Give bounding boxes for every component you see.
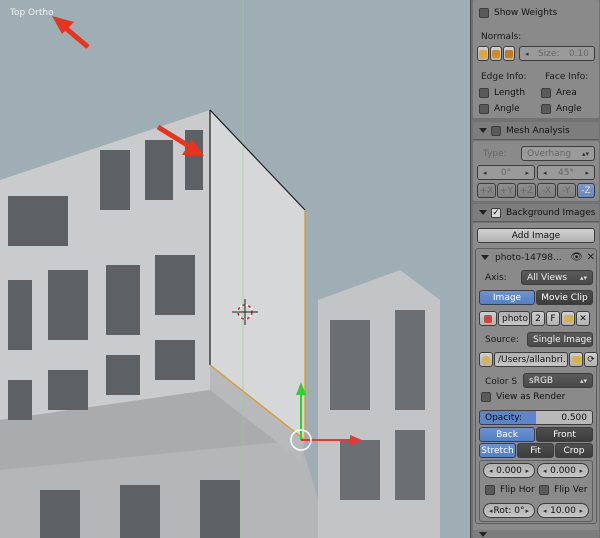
size-field[interactable]: ◂ 10.00 ▸ (537, 503, 589, 518)
offset-x-field[interactable]: ◂ 0.000 ▸ (483, 463, 535, 478)
min-angle-field[interactable]: ◂ 0° ▸ (477, 165, 535, 180)
eye-icon[interactable]: 👁 (570, 252, 583, 263)
axis-label: Axis: (485, 273, 507, 283)
face-normals-button[interactable] (503, 46, 515, 61)
axis-neg-z-button[interactable]: -Z (577, 183, 595, 198)
reload-icon[interactable]: ⟳ (584, 352, 598, 367)
flip-vertical-toggle[interactable]: Flip Ver (539, 485, 587, 495)
max-angle-field[interactable]: ◂ 45° ▸ (537, 165, 595, 180)
color-space-label: Color S (485, 377, 518, 387)
chevron-updown-icon: ▴▾ (579, 273, 587, 282)
stretch-button[interactable]: Stretch (479, 443, 516, 458)
axis-pos-z-button[interactable]: +Z (517, 183, 536, 198)
collapse-arrow-icon[interactable] (481, 255, 489, 260)
normals-toggles (477, 46, 515, 61)
expand-arrow-icon[interactable] (479, 210, 487, 215)
normals-label: Normals: (481, 32, 522, 42)
open-folder-icon[interactable] (561, 311, 575, 326)
flip-horizontal-checkbox[interactable] (485, 485, 495, 495)
chevron-updown-icon: ▴▾ (592, 336, 593, 344)
image-type-icon[interactable] (479, 352, 493, 367)
chevron-updown-icon: ▴▾ (581, 149, 589, 158)
face-area-toggle[interactable]: Area (541, 88, 577, 98)
source-label: Source: (485, 335, 519, 345)
axis-neg-x-button[interactable]: -X (537, 183, 556, 198)
background-images-checkbox[interactable] (491, 207, 501, 218)
tab-image[interactable]: Image (479, 290, 535, 305)
edge-info-label: Edge Info: (481, 72, 527, 82)
face-angle-toggle[interactable]: Angle (541, 104, 582, 114)
background-images-header[interactable]: Background Images (473, 204, 599, 222)
unlink-icon[interactable]: ✕ (576, 311, 590, 326)
analysis-type-select[interactable]: Overhang ▴▾ (521, 146, 595, 161)
filepath-field[interactable]: /Users/allanbri... (494, 352, 568, 367)
color-space-select[interactable]: sRGB ▴▾ (523, 373, 593, 388)
fake-user-button[interactable]: F (546, 311, 560, 326)
edge-length-toggle[interactable]: Length (479, 88, 525, 98)
type-label: Type: (483, 149, 507, 159)
3d-viewport[interactable]: Top Ortho (0, 0, 470, 538)
view-as-render-checkbox[interactable] (481, 392, 491, 402)
flip-horizontal-toggle[interactable]: Flip Hor (485, 485, 535, 495)
close-icon[interactable]: ✕ (587, 252, 595, 263)
image-browse-icon[interactable] (479, 311, 497, 326)
show-weights-toggle[interactable]: Show Weights (479, 8, 557, 18)
image-name-field[interactable]: photo (498, 311, 530, 326)
axis-pos-y-button[interactable]: +Y (497, 183, 516, 198)
image-datablock: photo 2 F ✕ (479, 311, 590, 326)
next-panel-header[interactable] (473, 530, 599, 538)
properties-panel[interactable]: Show Weights Normals: ◂ Size: 0.10 Edge In… (470, 0, 600, 538)
show-weights-checkbox[interactable] (479, 8, 489, 18)
edge-angle-toggle[interactable]: Angle (479, 104, 520, 114)
add-image-button[interactable]: Add Image (477, 228, 595, 243)
filepath-row: /Users/allanbri... ⟳ (479, 352, 598, 367)
offset-y-field[interactable]: ◂ 0.000 ▸ (537, 463, 589, 478)
file-browse-icon[interactable] (569, 352, 583, 367)
face-info-label: Face Info: (545, 72, 589, 82)
image-users-count[interactable]: 2 (531, 311, 545, 326)
loop-normals-button[interactable] (490, 46, 502, 61)
image-item-header[interactable]: photo-14798... 👁 ✕ (479, 252, 597, 263)
crop-button[interactable]: Crop (555, 443, 593, 458)
rotation-field[interactable]: ◂ Rot: 0° ▸ (483, 503, 535, 518)
tab-movie-clip[interactable]: Movie Clip (536, 290, 593, 305)
normals-size-field[interactable]: ◂ Size: 0.10 (519, 46, 595, 61)
fit-button[interactable]: Fit (517, 443, 554, 458)
axis-neg-y-button[interactable]: -Y (557, 183, 576, 198)
edge-angle-checkbox[interactable] (479, 104, 489, 114)
mesh-analysis-checkbox[interactable] (491, 125, 501, 136)
front-button[interactable]: Front (536, 427, 593, 442)
opacity-slider[interactable]: Opacity: 0.500 (479, 410, 593, 425)
view-label: Top Ortho (10, 8, 54, 18)
expand-arrow-icon[interactable] (479, 532, 487, 537)
vertex-normals-button[interactable] (477, 46, 489, 61)
view-as-render-toggle[interactable]: View as Render (481, 392, 565, 402)
face-area-checkbox[interactable] (541, 88, 551, 98)
source-select[interactable]: Single Image▴▾ (527, 332, 593, 347)
chevron-updown-icon: ▴▾ (579, 376, 587, 385)
mesh-analysis-header[interactable]: Mesh Analysis (473, 122, 599, 140)
back-button[interactable]: Back (479, 427, 535, 442)
expand-arrow-icon[interactable] (479, 128, 487, 133)
background-photo (0, 0, 470, 538)
face-angle-checkbox[interactable] (541, 104, 551, 114)
edge-length-checkbox[interactable] (479, 88, 489, 98)
axis-select[interactable]: All Views ▴▾ (521, 270, 593, 285)
axis-pos-x-button[interactable]: +X (477, 183, 496, 198)
flip-vertical-checkbox[interactable] (539, 485, 549, 495)
